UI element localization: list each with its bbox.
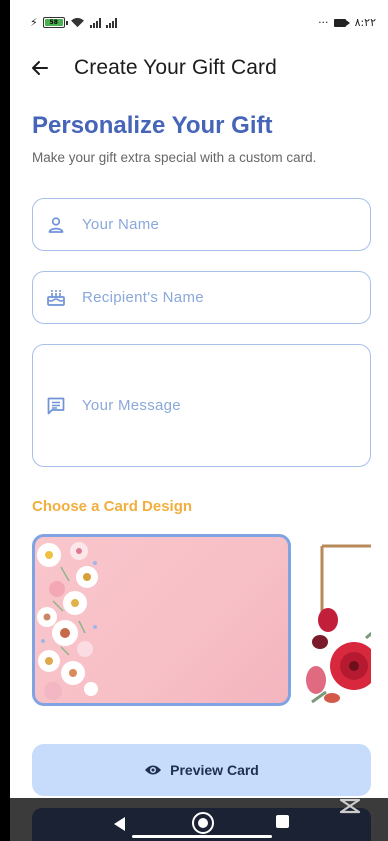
your-name-input[interactable]: Your Name (32, 198, 371, 251)
battery-icon: 58 (42, 17, 68, 28)
system-nav-bar (32, 808, 371, 841)
nav-home-icon[interactable] (192, 812, 214, 834)
card-design-red-floral-frame[interactable] (306, 542, 371, 706)
page-title: Create Your Gift Card (74, 56, 277, 79)
your-name-placeholder: Your Name (82, 216, 160, 233)
cake-icon (46, 288, 66, 308)
wifi-icon (70, 18, 84, 28)
back-button[interactable] (20, 48, 60, 88)
capcut-watermark-icon (339, 798, 361, 814)
eye-icon (145, 765, 162, 775)
status-icons-left: ⚡ 58 (30, 16, 117, 29)
status-icons-right: ··· ٨:٢٢ (318, 16, 376, 29)
preview-card-label: Preview Card (170, 762, 259, 778)
your-message-placeholder: Your Message (82, 397, 181, 414)
nav-back-icon[interactable] (114, 817, 125, 831)
status-time: ٨:٢٢ (354, 16, 376, 29)
card-design-pink-floral[interactable] (32, 534, 291, 706)
card-design-carousel[interactable] (32, 534, 371, 708)
app-bar: Create Your Gift Card (14, 44, 376, 92)
recipient-name-input[interactable]: Recipient's Name (32, 271, 371, 324)
battery-level: 58 (44, 19, 63, 26)
recipient-name-placeholder: Recipient's Name (82, 289, 204, 306)
red-floral-artwork (306, 544, 371, 704)
signal-icon-2 (105, 17, 117, 28)
more-dots: ··· (318, 16, 329, 29)
section-heading: Personalize Your Gift (32, 112, 273, 139)
message-icon (46, 396, 66, 416)
camera-recording-icon (333, 18, 350, 27)
gesture-pill (132, 835, 272, 838)
card-design-label: Choose a Card Design (32, 498, 193, 515)
screen-edge (0, 0, 10, 841)
arrow-left-icon (32, 61, 48, 75)
preview-card-button[interactable]: Preview Card (32, 744, 371, 796)
charging-icon: ⚡ (30, 16, 38, 29)
person-icon (46, 215, 66, 235)
section-subtitle: Make your gift extra special with a cust… (32, 150, 317, 165)
nav-recents-icon[interactable] (276, 815, 289, 828)
your-message-input[interactable]: Your Message (32, 344, 371, 467)
signal-icon (89, 17, 101, 28)
status-bar: ⚡ 58 ··· ٨:٢٢ (14, 0, 376, 44)
pink-floral-artwork (37, 542, 98, 700)
